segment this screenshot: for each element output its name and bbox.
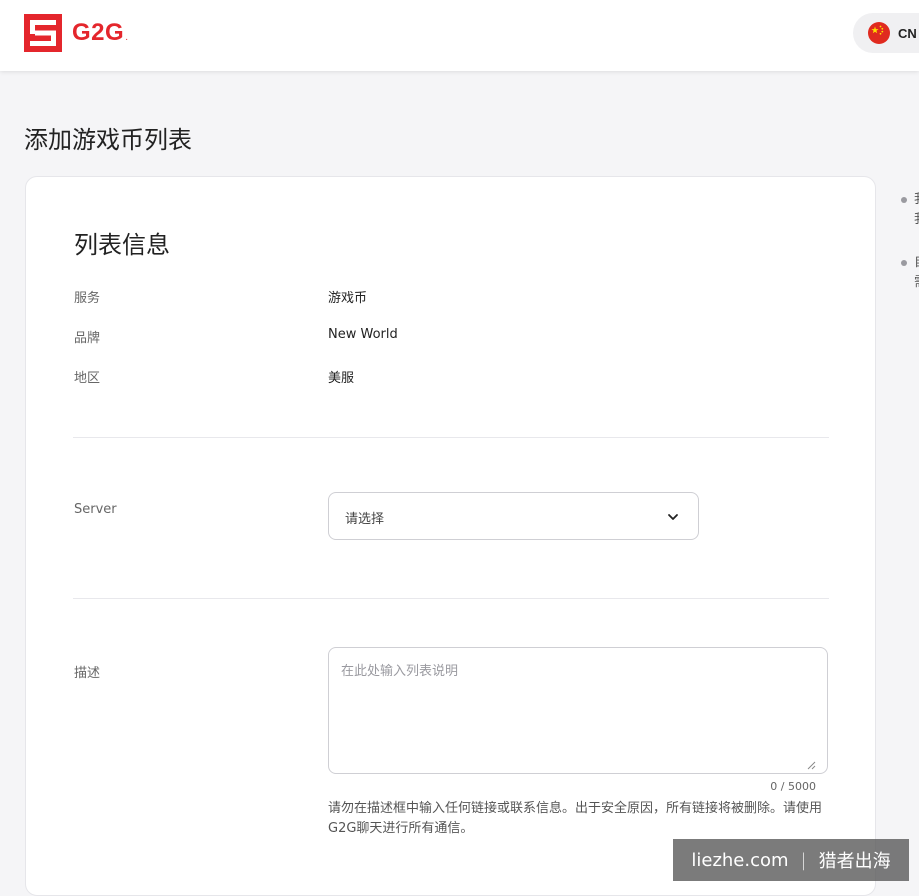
divider	[73, 437, 829, 438]
description-label: 描述	[74, 666, 101, 681]
server-select[interactable]: 请选择	[328, 492, 699, 540]
language-selector[interactable]: CN	[853, 13, 919, 53]
chevron-down-icon	[668, 514, 678, 520]
listing-form-card: 列表信息 服务 游戏币 品牌 New World 地区 美服 Server 请选…	[25, 176, 876, 896]
top-header: G2G . CN	[0, 0, 919, 71]
side-note: 自 需	[914, 253, 919, 293]
description-textarea[interactable]	[328, 647, 828, 774]
logo-text: G2G	[72, 19, 125, 46]
info-label: 品牌	[74, 331, 101, 346]
side-note-line: 我	[914, 210, 919, 230]
watermark-site: liezhe.com	[691, 849, 789, 871]
info-value: 美服	[328, 371, 355, 386]
divider	[73, 598, 829, 599]
info-row-brand: 品牌 New World	[74, 327, 794, 347]
section-title: 列表信息	[74, 231, 170, 259]
info-row-service: 服务 游戏币	[74, 287, 794, 307]
g2g-logo[interactable]: G2G .	[24, 14, 128, 52]
bullet-dot	[901, 260, 907, 266]
g2g-logo-icon	[24, 14, 62, 52]
side-note: 我 我	[914, 190, 919, 230]
info-value: 游戏币	[328, 291, 368, 306]
resize-handle-icon[interactable]	[806, 760, 816, 770]
side-note-line: 需	[914, 273, 919, 293]
info-value: New World	[328, 327, 398, 342]
side-note-line: 自	[914, 253, 919, 273]
watermark: liezhe.com | 猎者出海	[673, 839, 909, 881]
logo-dot: .	[125, 33, 129, 43]
watermark-brand: 猎者出海	[818, 851, 891, 872]
watermark-separator: |	[800, 849, 807, 871]
character-counter: 0 / 5000	[770, 780, 816, 793]
language-code: CN	[898, 25, 917, 41]
info-label: 地区	[74, 371, 101, 386]
page-title: 添加游戏币列表	[24, 126, 192, 154]
info-row-region: 地区 美服	[74, 367, 794, 387]
server-select-value: 请选择	[345, 512, 385, 527]
server-label: Server	[74, 502, 117, 517]
bullet-dot	[901, 197, 907, 203]
side-note-line: 我	[914, 190, 919, 210]
china-flag-icon	[868, 22, 890, 44]
description-warning: 请勿在描述框中输入任何链接或联系信息。出于安全原因，所有链接将被删除。请使用G2…	[328, 801, 823, 836]
info-label: 服务	[74, 291, 101, 306]
